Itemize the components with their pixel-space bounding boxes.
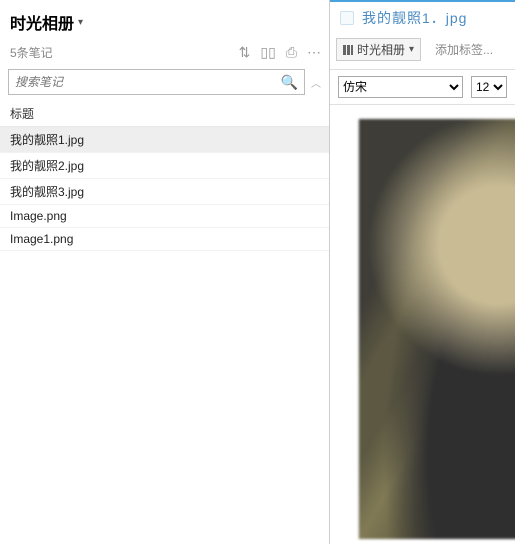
note-list-panel: 时光相册 ▾ 5条笔记 ⇅ ▯▯ ⎙ ⋯ 🔍 ︿ 标题 我的靓照1.jpg 我的… [0, 0, 330, 544]
search-box[interactable]: 🔍 [8, 69, 305, 95]
note-body[interactable] [330, 105, 515, 544]
sort-icon[interactable]: ⇅ [239, 44, 251, 61]
panel-title: 时光相册 [10, 10, 74, 34]
note-title-bar: 我的靓照1．jpg [330, 2, 515, 34]
collapse-icon[interactable]: ︿ [311, 75, 321, 90]
format-toolbar: 仿宋 12 [330, 70, 515, 105]
list-item[interactable]: 我的靓照3.jpg [0, 179, 329, 205]
search-input[interactable] [15, 75, 281, 89]
expand-icon[interactable] [340, 11, 354, 25]
font-size-select[interactable]: 12 [471, 76, 507, 98]
note-count: 5条笔记 [10, 44, 53, 61]
note-list: 我的靓照1.jpg 我的靓照2.jpg 我的靓照3.jpg Image.png … [0, 127, 329, 544]
list-item[interactable]: Image1.png [0, 228, 329, 251]
note-title[interactable]: 我的靓照1．jpg [362, 8, 467, 28]
font-family-select[interactable]: 仿宋 [338, 76, 463, 98]
search-icon[interactable]: 🔍 [281, 74, 298, 91]
note-toolbar: 时光相册 ▾ 添加标签... [330, 34, 515, 70]
meta-row: 5条笔记 ⇅ ▯▯ ⎙ ⋯ [0, 40, 329, 69]
notebook-icon [343, 45, 353, 55]
list-item[interactable]: 我的靓照2.jpg [0, 153, 329, 179]
list-item[interactable]: Image.png [0, 205, 329, 228]
notebook-button[interactable]: 时光相册 ▾ [336, 38, 421, 61]
editor-panel: 我的靓照1．jpg 时光相册 ▾ 添加标签... 仿宋 12 [330, 0, 515, 544]
notebook-label: 时光相册 [357, 41, 405, 58]
list-item[interactable]: 我的靓照1.jpg [0, 127, 329, 153]
chevron-down-icon: ▾ [409, 44, 414, 55]
add-tag[interactable]: 添加标签... [435, 41, 493, 58]
panel-header[interactable]: 时光相册 ▾ [0, 0, 329, 40]
tag-icon[interactable]: ⎙ [286, 44, 297, 61]
note-image [358, 119, 515, 539]
more-icon[interactable]: ⋯ [307, 44, 321, 61]
toolbar-icons: ⇅ ▯▯ ⎙ ⋯ [239, 44, 321, 61]
chevron-down-icon: ▾ [78, 17, 83, 28]
list-view-icon[interactable]: ▯▯ [260, 44, 275, 61]
column-header[interactable]: 标题 [0, 101, 329, 127]
search-bar: 🔍 ︿ [0, 69, 329, 101]
app-root: 时光相册 ▾ 5条笔记 ⇅ ▯▯ ⎙ ⋯ 🔍 ︿ 标题 我的靓照1.jpg 我的… [0, 0, 515, 544]
